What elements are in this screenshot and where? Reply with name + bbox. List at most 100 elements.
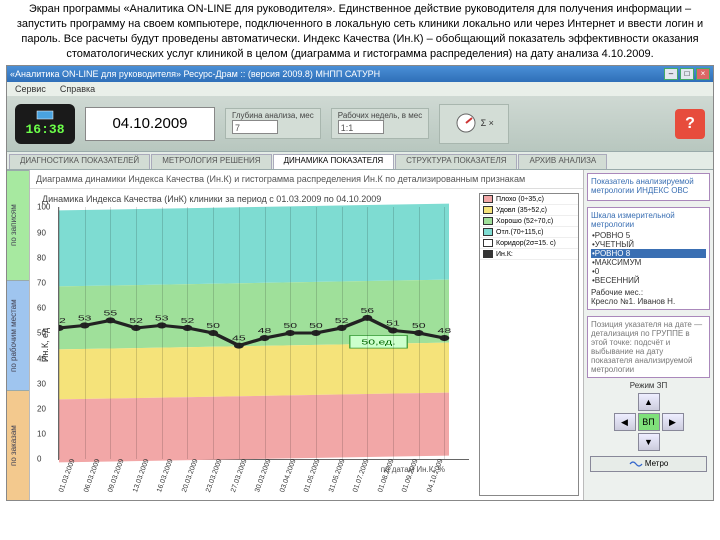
menu-service[interactable]: Сервис xyxy=(15,84,46,94)
minimize-button[interactable]: – xyxy=(664,68,678,80)
workplace-value: Кресло №1. Иванов Н. xyxy=(591,297,706,306)
legend-label: Коридор(2σ=15. с) xyxy=(496,240,556,247)
y-tick: 0 xyxy=(37,455,41,464)
legend-row: Отл.(70÷115,с) xyxy=(480,227,578,238)
y-tick: 10 xyxy=(37,430,46,439)
x-tick: 27.03.2009 xyxy=(230,458,249,493)
scale-item[interactable]: •РОВНО 8 xyxy=(591,249,706,258)
x-tick: 09.03.2009 xyxy=(107,458,126,493)
scale-heading: Шкала измерительной метрологии xyxy=(591,211,706,229)
menubar: Сервис Справка xyxy=(7,82,713,96)
x-tick: 01.09.2009 xyxy=(401,458,420,493)
depth-field[interactable]: 7 xyxy=(232,120,278,134)
tab-structure[interactable]: СТРУКТУРА ПОКАЗАТЕЛЯ xyxy=(395,154,517,169)
y-tick: 30 xyxy=(37,379,46,388)
nav-left[interactable]: ◀ xyxy=(614,413,636,431)
scale-list[interactable]: •РОВНО 5•УЧЕТНЫЙ•РОВНО 8•МАКСИМУМ•0•ВЕСЕ… xyxy=(591,231,706,285)
y-tick: 90 xyxy=(37,228,46,237)
mode-label: Режим ЗП xyxy=(584,381,713,390)
help-button[interactable]: ? xyxy=(675,109,705,139)
tab-metrology[interactable]: МЕТРОЛОГИЯ РЕШЕНИЯ xyxy=(151,154,271,169)
legend-row: Ин.К: xyxy=(480,249,578,260)
legend-swatch xyxy=(483,228,493,236)
main-panel: Диаграмма динамики Индекса Качества (Ин.… xyxy=(29,170,583,500)
nav-right[interactable]: ▶ xyxy=(662,413,684,431)
chart-plot: 5253555253525045485050525651504850,ед. 0… xyxy=(58,207,469,460)
note-box: Позиция указателя на дате — детализация … xyxy=(587,316,710,378)
legend-swatch xyxy=(483,250,493,258)
y-tick: 40 xyxy=(37,354,46,363)
analysis-date[interactable]: 04.10.2009 xyxy=(85,107,215,141)
scale-item[interactable]: •0 xyxy=(591,267,706,276)
x-tick: 13.03.2009 xyxy=(132,458,151,493)
toggle-group: Σ × xyxy=(439,104,509,144)
chart-container: Динамика Индекса Качества (ИнК) клиники … xyxy=(30,189,475,500)
x-tick: 06.03.2009 xyxy=(83,458,102,493)
weeks-field[interactable]: 1:1 xyxy=(338,120,384,134)
indicator-box: Показатель анализируемой метрологии ИНДЕ… xyxy=(587,173,710,201)
scale-item[interactable]: •РОВНО 5 xyxy=(591,231,706,240)
x-tick: 01.08.2009 xyxy=(377,458,396,493)
tabstrip: ДИАГНОСТИКА ПОКАЗАТЕЛЕЙ МЕТРОЛОГИЯ РЕШЕН… xyxy=(7,152,713,170)
x-labels: 01.03.200906.03.200909.03.200913.03.2009… xyxy=(58,462,449,498)
legend-swatch xyxy=(483,217,493,225)
y-tick: 70 xyxy=(37,278,46,287)
weeks-group: Рабочих недель, в мес 1:1 xyxy=(331,108,429,139)
nav-down[interactable]: ▼ xyxy=(638,433,660,451)
legend-label: Удовл (35÷52,с) xyxy=(496,207,547,214)
x-tick: 20.03.2009 xyxy=(181,458,200,493)
svg-text:52: 52 xyxy=(59,317,66,325)
legend-label: Отл.(70÷115,с) xyxy=(496,229,543,236)
x-tick: 23.03.2009 xyxy=(205,458,224,493)
menu-help[interactable]: Справка xyxy=(60,84,95,94)
nav-center[interactable]: ВП xyxy=(638,413,660,431)
clock-time: 16:38 xyxy=(25,122,64,137)
waves-icon xyxy=(629,459,643,469)
x-tick: 30.03.2009 xyxy=(254,458,273,493)
x-tick: 31.05.2009 xyxy=(328,458,347,493)
monitor-icon xyxy=(36,110,54,120)
scale-item[interactable]: •МАКСИМУМ xyxy=(591,258,706,267)
tab-dynamics[interactable]: ДИНАМИКА ПОКАЗАТЕЛЯ xyxy=(273,154,395,169)
x-tick: 01.05.2009 xyxy=(303,458,322,493)
app-window: «Аналитика ON-LINE для руководителя» Рес… xyxy=(6,65,714,501)
y-tick: 80 xyxy=(37,253,46,262)
maximize-button[interactable]: □ xyxy=(680,68,694,80)
x-tick: 01.03.2009 xyxy=(58,458,77,493)
left-tabstrip: по записям по рабочим местам по заказам xyxy=(7,170,29,500)
weeks-label: Рабочих недель, в мес xyxy=(338,111,422,120)
legend-row: Хорошо (52÷70,с) xyxy=(480,216,578,227)
clock-widget: 16:38 xyxy=(15,104,75,144)
legend-swatch xyxy=(483,206,493,214)
vtab-records[interactable]: по записям xyxy=(7,170,29,280)
y-tick: 100 xyxy=(37,203,50,212)
x-tick: 04.10.2009 xyxy=(426,458,445,493)
legend-row: Коридор(2σ=15. с) xyxy=(480,238,578,249)
vtab-orders[interactable]: по заказам xyxy=(7,390,29,500)
y-tick: 20 xyxy=(37,404,46,413)
legend-row: Удовл (35÷52,с) xyxy=(480,205,578,216)
depth-group: Глубина анализа, мес 7 xyxy=(225,108,321,139)
tab-diagnostics[interactable]: ДИАГНОСТИКА ПОКАЗАТЕЛЕЙ xyxy=(9,154,150,169)
scale-item[interactable]: •ВЕСЕННИЙ xyxy=(591,276,706,285)
tab-archive[interactable]: АРХИВ АНАЛИЗА xyxy=(518,154,607,169)
y-tick: 60 xyxy=(37,304,46,313)
toolbar: 16:38 04.10.2009 Глубина анализа, мес 7 … xyxy=(7,96,713,152)
right-pane: Показатель анализируемой метрологии ИНДЕ… xyxy=(583,170,713,500)
close-button[interactable]: × xyxy=(696,68,710,80)
vtab-workplaces[interactable]: по рабочим местам xyxy=(7,280,29,390)
depth-label: Глубина анализа, мес xyxy=(232,111,314,120)
window-title: «Аналитика ON-LINE для руководителя» Рес… xyxy=(10,69,380,79)
page-caption: Экран программы «Аналитика ON-LINE для р… xyxy=(0,0,720,63)
x-tick: 01.07.2009 xyxy=(352,458,371,493)
panel-subtitle: Диаграмма динамики Индекса Качества (Ин.… xyxy=(30,170,583,189)
nav-up[interactable]: ▲ xyxy=(638,393,660,411)
window-buttons: – □ × xyxy=(664,68,710,80)
legend-swatch xyxy=(483,239,493,247)
workplace-label: Рабочие мес.: xyxy=(591,288,706,297)
gauge-icon[interactable] xyxy=(455,112,477,134)
metro-button[interactable]: Метро xyxy=(590,456,707,472)
metro-label: Метро xyxy=(645,459,669,468)
legend-row: Плохо (0÷35,с) xyxy=(480,194,578,205)
scale-item[interactable]: •УЧЕТНЫЙ xyxy=(591,240,706,249)
